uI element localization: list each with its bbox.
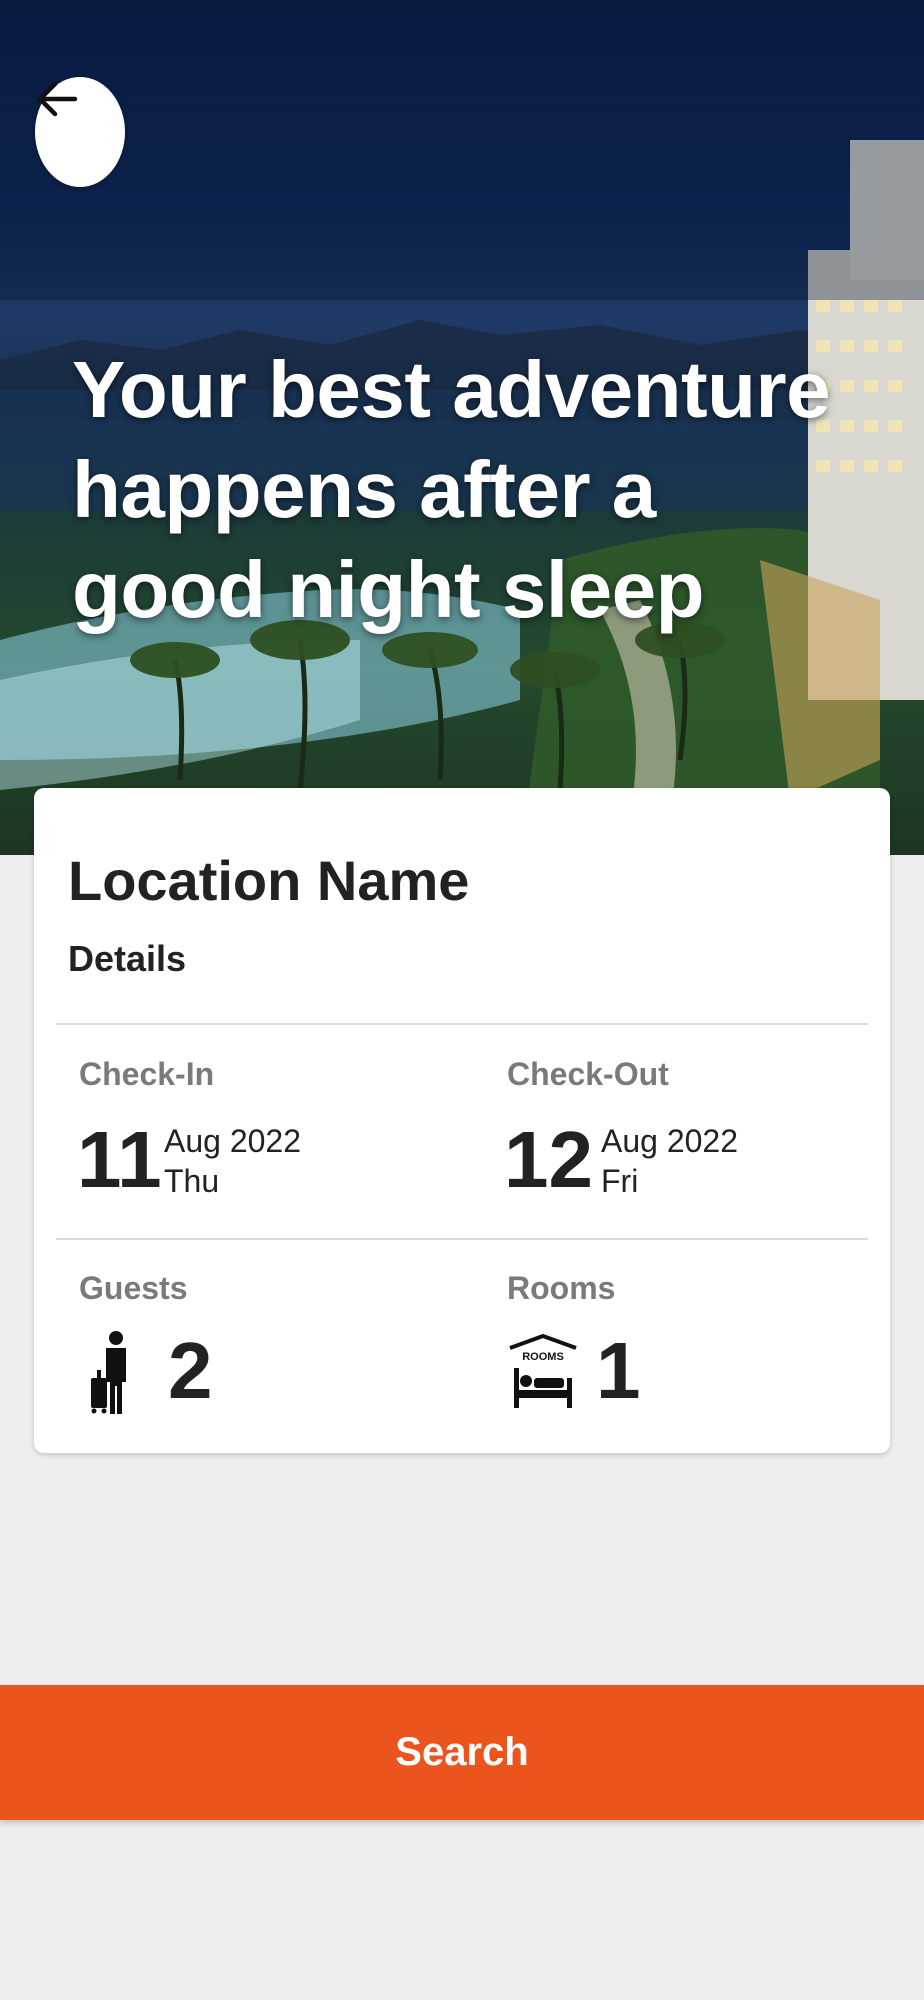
check-in-weekday: Thu (164, 1163, 220, 1199)
location-name: Location Name (68, 849, 470, 912)
guests-label: Guests (79, 1270, 188, 1306)
divider (56, 1023, 868, 1025)
back-button[interactable] (35, 77, 125, 187)
rooms-count: 1 (596, 1326, 641, 1415)
rooms-bed-icon: ROOMS (509, 1334, 577, 1408)
arrow-left-icon (37, 81, 78, 117)
guests-count: 2 (168, 1326, 213, 1415)
hero-headline: Your best adventure happens after a good… (72, 345, 831, 634)
hero-banner: Your best adventure happens after a good… (0, 0, 924, 855)
check-out-month-year: Aug 2022 (601, 1123, 739, 1159)
check-in-label: Check-In (79, 1056, 215, 1092)
check-out-weekday: Fri (601, 1163, 639, 1199)
check-out-label: Check-Out (507, 1056, 669, 1092)
booking-card: Location Name Details Check-In 11 Aug 20… (34, 788, 890, 1453)
traveler-luggage-icon (91, 1331, 126, 1414)
search-button[interactable]: Search (0, 1685, 924, 1820)
rooms-sign-text: ROOMS (522, 1351, 564, 1363)
check-out-day: 12 (504, 1115, 593, 1204)
divider (56, 1238, 868, 1240)
details-label: Details (68, 938, 187, 979)
rooms-label: Rooms (507, 1270, 616, 1306)
check-in-month-year: Aug 2022 (164, 1123, 302, 1159)
check-in-day: 11 (77, 1115, 162, 1204)
